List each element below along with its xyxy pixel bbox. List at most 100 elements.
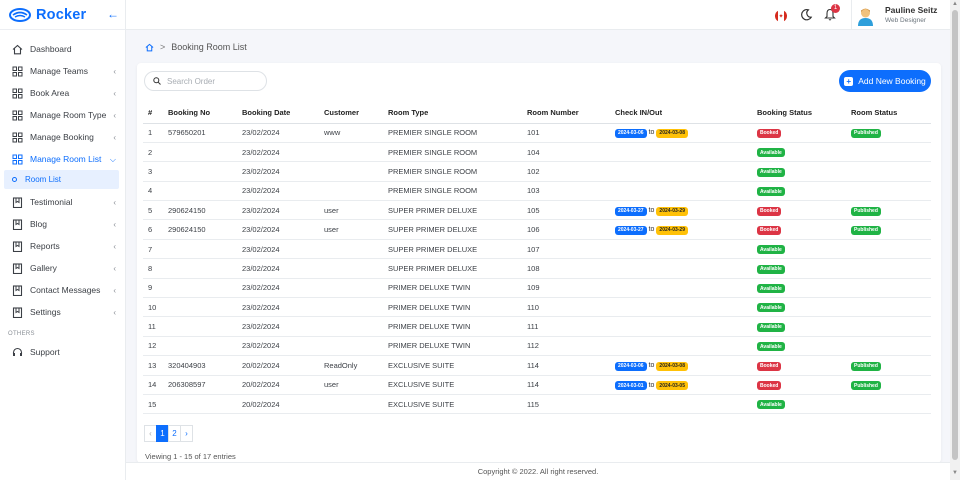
sidebar-item-manage-room-type[interactable]: Manage Room Type ‹ [0, 104, 125, 126]
table-row[interactable]: 6 290624150 23/02/2024 user SUPER PRIMER DEL… [143, 219, 931, 240]
sidebar-item-manage-teams[interactable]: Manage Teams ‹ [0, 60, 125, 82]
cell-booking-date: 23/02/2024 [237, 161, 319, 182]
sidebar-subitem-label: Room List [25, 175, 62, 184]
cell-index: 8 [143, 258, 163, 279]
cell-booking-date: 20/02/2024 [237, 375, 319, 395]
cell-room-status: Published [846, 123, 931, 143]
sidebar-item-book-area[interactable]: Book Area ‹ [0, 82, 125, 104]
sidebar-item-contact-messages[interactable]: Contact Messages ‹ [0, 279, 125, 301]
table-row[interactable]: 1 579650201 23/02/2024 www PREMIER SINGLE RO… [143, 123, 931, 143]
table-row[interactable]: 15 20/02/2024 EXCLUSIVE SUITE 115 Available [143, 394, 931, 415]
cell-check-in-out [610, 239, 752, 260]
sidebar-subitem-room-list[interactable]: Room List [4, 170, 119, 189]
menu-section-label: OTHERS [8, 331, 35, 337]
avatar[interactable] [857, 6, 874, 26]
sidebar-item-label: Testimonial [30, 197, 73, 207]
cell-index: 7 [143, 239, 163, 260]
cell-booking-no [163, 239, 237, 260]
cell-index: 11 [143, 316, 163, 337]
sidebar-item-label: Reports [30, 241, 60, 251]
grid-icon [12, 110, 23, 121]
sidebar-item-label: Dashboard [30, 44, 72, 54]
sidebar-item-label: Manage Teams [30, 66, 88, 76]
canada-flag-icon[interactable]: ✦ [775, 10, 787, 22]
add-new-booking-button[interactable]: + Add New Booking [839, 70, 931, 92]
column-header[interactable]: Customer [319, 103, 383, 124]
sidebar-item-label: Manage Booking [30, 132, 94, 142]
chevron-left-icon: ‹ [113, 67, 116, 76]
cell-check-in-out [610, 278, 752, 299]
column-header[interactable]: Booking Date [237, 103, 319, 124]
cell-room-type: SUPER PRIMER DELUXE [383, 219, 522, 240]
cell-booking-date: 23/02/2024 [237, 239, 319, 260]
table-row[interactable]: 9 23/02/2024 PRIMER DELUXE TWIN 109 Availabl… [143, 278, 931, 299]
cell-booking-no [163, 258, 237, 279]
search-input[interactable] [167, 76, 257, 86]
sidebar-item-label: Gallery [30, 263, 57, 273]
chevron-left-icon: ‹ [113, 264, 116, 273]
to-label: to [648, 362, 655, 370]
cell-room-number: 106 [522, 219, 610, 240]
room-status-badge: Published [851, 225, 881, 235]
table-row[interactable]: 14 206308597 20/02/2024 user EXCLUSIVE SUITE… [143, 375, 931, 395]
cell-index: 14 [143, 375, 163, 395]
table-row[interactable]: 11 23/02/2024 PRIMER DELUXE TWIN 111 Availab… [143, 316, 931, 337]
sidebar-item-manage-room-list[interactable]: Manage Room List ⌵ [0, 148, 125, 170]
scroll-down-arrow-icon[interactable]: ▼ [952, 470, 958, 476]
scroll-up-arrow-icon[interactable]: ▲ [952, 1, 958, 7]
user-name[interactable]: Pauline Seitz [885, 5, 937, 15]
column-header[interactable]: Booking Status [752, 103, 846, 124]
sidebar-item-label: Settings [30, 307, 61, 317]
sidebar-toggle-icon[interactable]: ← [107, 7, 119, 21]
table-row[interactable]: 10 23/02/2024 PRIMER DELUXE TWIN 110 Availab… [143, 297, 931, 318]
scrollbar[interactable]: ▲ ▼ [950, 0, 960, 480]
check-in-badge: 2024-03-27 [615, 206, 647, 216]
grid-icon [12, 88, 23, 99]
cell-booking-date: 23/02/2024 [237, 219, 319, 240]
sidebar-item-testimonial[interactable]: Testimonial ‹ [0, 191, 125, 213]
cell-room-number: 110 [522, 297, 610, 318]
cell-room-number: 115 [522, 394, 610, 415]
to-label: to [648, 226, 655, 234]
sidebar-item-support[interactable]: Support [0, 341, 125, 363]
column-header[interactable]: Room Type [383, 103, 522, 124]
table-row[interactable]: 5 290624150 23/02/2024 user SUPER PRIMER DEL… [143, 200, 931, 221]
sidebar-item-gallery[interactable]: Gallery ‹ [0, 257, 125, 279]
cell-booking-no [163, 297, 237, 318]
table-row[interactable]: 3 23/02/2024 PREMIER SINGLE ROOM 102 Availab… [143, 161, 931, 182]
table-row[interactable]: 13 320404903 20/02/2024 ReadOnly EXCLUSIVE S… [143, 355, 931, 376]
column-header[interactable]: Booking No [163, 103, 237, 124]
cell-check-in-out [610, 316, 752, 337]
bookmark-icon [12, 262, 23, 274]
sidebar-item-blog[interactable]: Blog ‹ [0, 213, 125, 235]
cell-room-type: PREMIER SINGLE ROOM [383, 161, 522, 182]
table-row[interactable]: 2 23/02/2024 PREMIER SINGLE ROOM 104 Availab… [143, 142, 931, 163]
cell-booking-status: Available [752, 181, 846, 202]
column-header[interactable]: Room Status [846, 103, 931, 124]
table-row[interactable]: 12 23/02/2024 PRIMER DELUXE TWIN 112 Availab… [143, 336, 931, 357]
cell-room-number: 104 [522, 142, 610, 163]
sidebar-item-dashboard[interactable]: Dashboard [0, 38, 125, 60]
moon-icon[interactable] [800, 8, 813, 21]
table-row[interactable]: 8 23/02/2024 SUPER PRIMER DELUXE 108 Availab… [143, 258, 931, 279]
table-row[interactable]: 4 23/02/2024 PREMIER SINGLE ROOM 103 Availab… [143, 181, 931, 202]
home-icon[interactable] [145, 43, 154, 52]
booking-status-badge: Available [757, 322, 785, 332]
column-header[interactable]: Room Number [522, 103, 610, 124]
sidebar-item-reports[interactable]: Reports ‹ [0, 235, 125, 257]
breadcrumb-separator-icon: > [160, 42, 166, 52]
booking-status-badge: Available [757, 342, 785, 352]
check-out-badge: 2024-03-05 [656, 381, 688, 391]
scroll-thumb[interactable] [952, 10, 958, 460]
sidebar-item-settings[interactable]: Settings ‹ [0, 301, 125, 323]
sidebar-item-manage-booking[interactable]: Manage Booking ‹ [0, 126, 125, 148]
cell-index: 4 [143, 181, 163, 202]
table-row[interactable]: 7 23/02/2024 SUPER PRIMER DELUXE 107 Availab… [143, 239, 931, 260]
cell-booking-status: Available [752, 336, 846, 357]
room-status-badge: Published [851, 381, 881, 391]
column-header[interactable]: # [143, 103, 163, 124]
column-header[interactable]: Check IN/Out [610, 103, 752, 124]
cell-room-type: PRIMER DELUXE TWIN [383, 278, 522, 299]
booking-status-badge: Booked [757, 381, 782, 391]
pagination-next[interactable]: › [180, 425, 193, 442]
